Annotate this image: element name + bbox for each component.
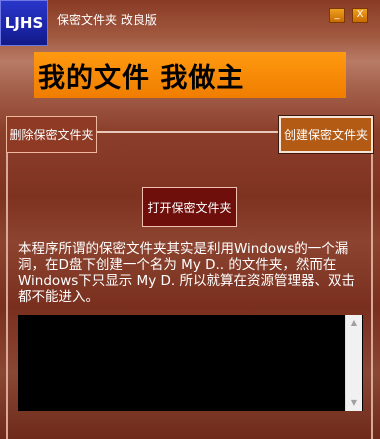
left-frame-line — [6, 133, 8, 439]
minimize-button[interactable]: _ — [329, 8, 345, 23]
app-window: LJHS 保密文件夹 改良版 _ X 我的文件 我做主 删除保密文件夹 创建保密… — [0, 0, 380, 439]
log-textarea[interactable] — [18, 315, 363, 411]
open-folder-button[interactable]: 打开保密文件夹 — [142, 187, 237, 227]
app-logo: LJHS — [0, 0, 48, 46]
description-text: 本程序所谓的保密文件夹其实是利用Windows的一个漏洞，在D盘下创建一个名为 … — [18, 241, 355, 305]
close-button[interactable]: X — [352, 8, 368, 23]
slogan-banner: 我的文件 我做主 — [34, 52, 346, 98]
create-folder-button[interactable]: 创建保密文件夹 — [278, 115, 374, 154]
title-bar[interactable]: LJHS 保密文件夹 改良版 _ X — [0, 0, 380, 46]
window-title: 保密文件夹 改良版 — [57, 13, 157, 27]
logo-text: LJHS — [4, 14, 44, 32]
banner-text: 我的文件 我做主 — [38, 63, 245, 94]
scroll-up-arrow-icon[interactable]: ▲ — [346, 317, 362, 329]
log-scrollbar[interactable]: ▲ ▼ — [345, 315, 362, 411]
scroll-down-arrow-icon[interactable]: ▼ — [346, 397, 362, 409]
divider-line — [96, 131, 278, 133]
right-frame-line — [371, 133, 373, 439]
delete-folder-button[interactable]: 删除保密文件夹 — [6, 116, 97, 153]
